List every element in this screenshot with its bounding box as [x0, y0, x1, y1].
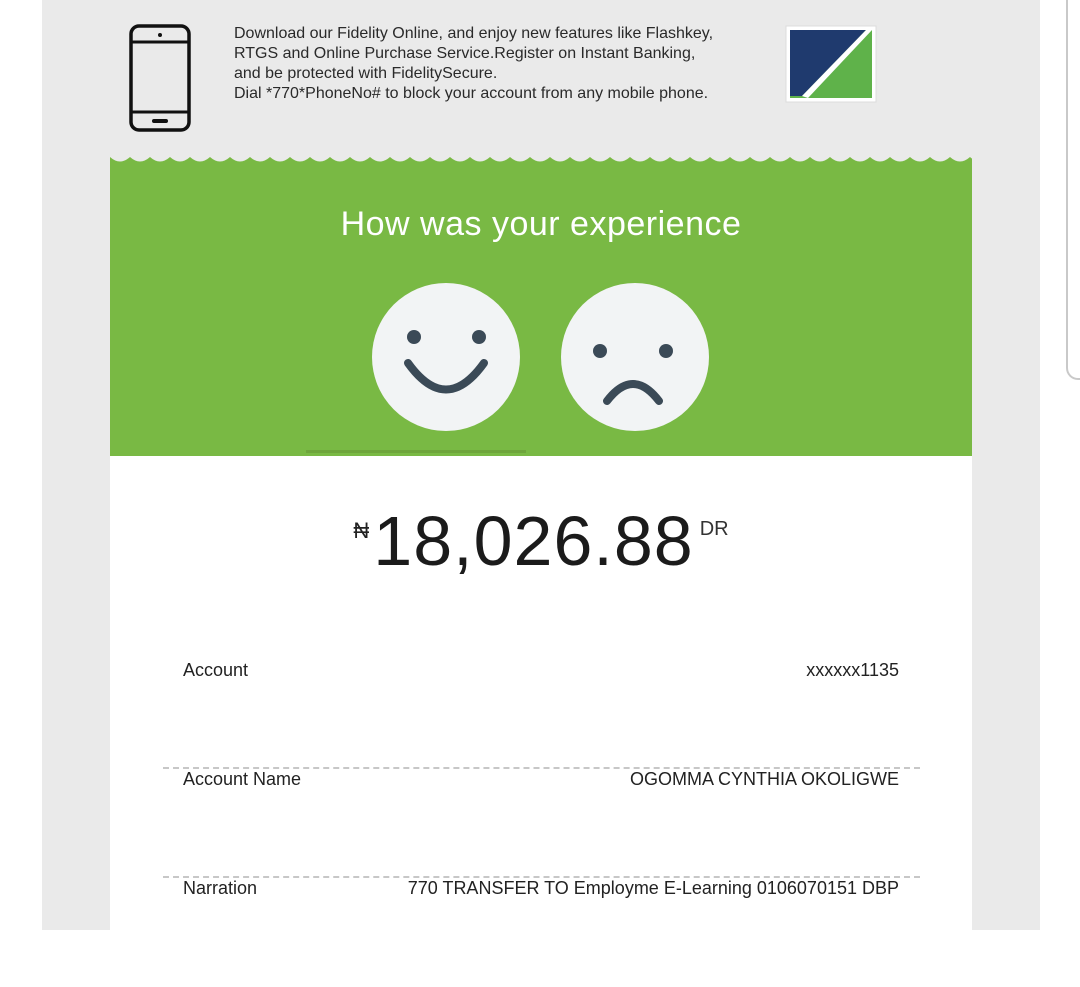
promo-line: and be protected with FidelitySecure. [234, 65, 498, 82]
amount-type: DR [699, 518, 729, 540]
amount-value: 18,026.88 [373, 502, 694, 580]
transaction-receipt: ₦ 18,026.88 DR Account xxxxxx1135 Accoun… [110, 456, 972, 930]
feedback-banner: How was your experience [110, 157, 972, 456]
detail-value: 770 TRANSFER TO Employme E-Learning 0106… [407, 878, 899, 898]
detail-row-account-name: Account Name OGOMMA CYNTHIA OKOLIGWE [163, 769, 920, 878]
promo-line: Download our Fidelity Online, and enjoy … [234, 25, 714, 42]
fidelity-logo-icon [785, 25, 877, 103]
sad-face-icon[interactable] [559, 281, 711, 433]
detail-row-account: Account xxxxxx1135 [163, 660, 920, 769]
detail-value: OGOMMA CYNTHIA OKOLIGWE [629, 769, 899, 789]
promo-text: Download our Fidelity Online, and enjoy … [234, 24, 774, 104]
mobile-phone-icon [129, 24, 191, 132]
wave-edge [110, 157, 972, 162]
happy-face-icon[interactable] [370, 281, 522, 433]
detail-row-narration: Narration 770 TRANSFER TO Employme E-Lea… [163, 878, 920, 987]
promo-line: RTGS and Online Purchase Service.Registe… [234, 45, 696, 62]
amount-display: ₦ 18,026.88 DR [110, 498, 972, 588]
promo-line: Dial *770*PhoneNo# to block your account… [234, 85, 709, 102]
detail-value: xxxxxx1135 [806, 660, 899, 680]
promo-banner: Download our Fidelity Online, and enjoy … [42, 0, 1040, 157]
feedback-title: How was your experience [340, 205, 742, 243]
detail-label: Account Name [183, 769, 302, 789]
feedback-underline [306, 450, 526, 453]
detail-label: Account [183, 660, 249, 680]
detail-label: Narration [183, 878, 258, 898]
scrollbar-track[interactable] [1066, 0, 1080, 380]
currency-symbol: ₦ [353, 518, 370, 543]
email-content: Download our Fidelity Online, and enjoy … [42, 0, 1040, 930]
